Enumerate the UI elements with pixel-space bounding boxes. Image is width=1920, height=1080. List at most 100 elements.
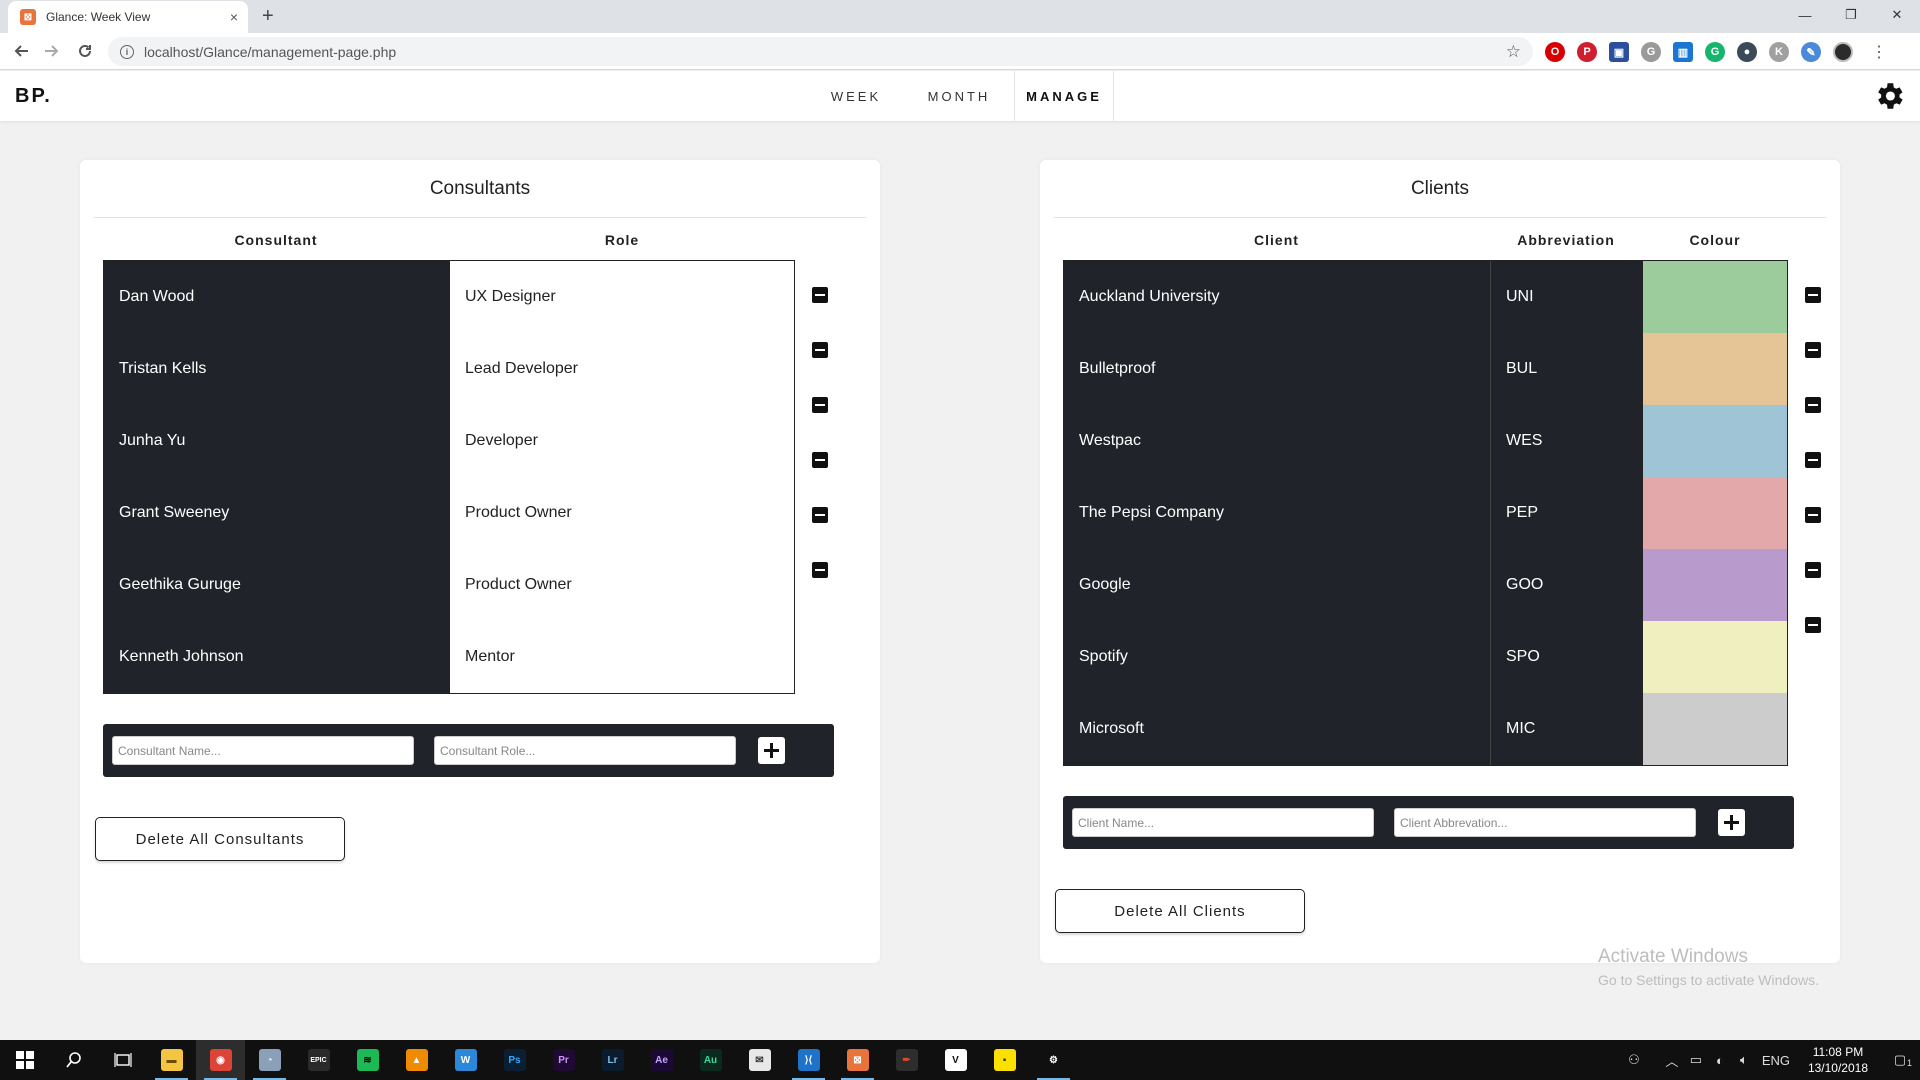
notifications-icon[interactable]: ▢ 1 xyxy=(1880,1052,1920,1068)
search-button[interactable] xyxy=(49,1040,98,1080)
show-hidden-icons-icon[interactable]: ︿ xyxy=(1660,1051,1684,1070)
remove-client-button[interactable] xyxy=(1805,507,1821,523)
forward-button[interactable] xyxy=(40,40,62,62)
client-name: The Pepsi Company xyxy=(1064,477,1490,549)
taskbar-app[interactable]: ▪ xyxy=(980,1040,1029,1080)
remove-client-button[interactable] xyxy=(1805,617,1821,633)
client-colour-swatch[interactable] xyxy=(1642,621,1787,693)
taskbar-app[interactable]: ✉ xyxy=(735,1040,784,1080)
remove-consultant-button[interactable] xyxy=(812,397,828,413)
forward-arrow-icon xyxy=(45,45,59,57)
settings-icon: ⚙ xyxy=(1042,1049,1065,1071)
taskbar-app[interactable]: ⟩⟨ xyxy=(784,1040,833,1080)
eyedropper-icon[interactable]: ✎ xyxy=(1801,42,1821,62)
client-colour-swatch[interactable] xyxy=(1642,405,1787,477)
taskbar-app[interactable]: Au xyxy=(686,1040,735,1080)
remove-client-button[interactable] xyxy=(1805,562,1821,578)
language-indicator[interactable]: ENG xyxy=(1756,1053,1796,1068)
task-view-button[interactable] xyxy=(98,1040,147,1080)
settings-gear-icon[interactable] xyxy=(1872,79,1906,113)
people-icon[interactable]: ⚇ xyxy=(1622,1052,1646,1068)
opera-icon[interactable]: O xyxy=(1545,42,1565,62)
taskbar-app[interactable]: ◉ xyxy=(196,1040,245,1080)
consultant-role-input[interactable] xyxy=(434,736,736,765)
delete-all-consultants-button[interactable]: Delete All Consultants xyxy=(95,817,345,861)
column-header-abbreviation: Abbreviation xyxy=(1517,232,1615,248)
trello-icon[interactable]: ▥ xyxy=(1673,42,1693,62)
client-colour-swatch[interactable] xyxy=(1642,693,1787,765)
url-text[interactable]: localhost/Glance/management-page.php xyxy=(144,44,1506,60)
grammarly-g-icon[interactable]: G xyxy=(1641,42,1661,62)
tab-close-icon[interactable]: × xyxy=(230,9,238,25)
taskbar-app[interactable]: V xyxy=(931,1040,980,1080)
client-colour-swatch[interactable] xyxy=(1642,261,1787,333)
add-client-button[interactable] xyxy=(1718,809,1745,836)
logo[interactable]: BP. xyxy=(15,85,52,108)
watermark-subtitle: Go to Settings to activate Windows. xyxy=(1598,972,1819,988)
network-icon[interactable]: ▭ xyxy=(1684,1052,1708,1068)
delete-all-clients-button[interactable]: Delete All Clients xyxy=(1055,889,1305,933)
taskbar-app[interactable]: EPIC xyxy=(294,1040,343,1080)
after-effects-icon: Ae xyxy=(650,1049,673,1071)
remove-consultant-button[interactable] xyxy=(812,287,828,303)
remove-consultant-button[interactable] xyxy=(812,452,828,468)
nav-week[interactable]: WEEK xyxy=(808,71,904,121)
client-colour-swatch[interactable] xyxy=(1642,549,1787,621)
taskbar-app[interactable]: ▬ xyxy=(147,1040,196,1080)
taskbar-app[interactable]: ◔ xyxy=(245,1040,294,1080)
remove-client-button[interactable] xyxy=(1805,342,1821,358)
taskbar-app[interactable]: Lr xyxy=(588,1040,637,1080)
weather-icon[interactable]: ◐ xyxy=(1708,1053,1732,1068)
back-button[interactable] xyxy=(11,40,33,62)
minimize-button[interactable]: — xyxy=(1782,0,1828,30)
client-colour-swatch[interactable] xyxy=(1642,333,1787,405)
consultant-role: Lead Developer xyxy=(449,333,794,405)
back-arrow-icon xyxy=(14,45,28,57)
restore-button[interactable]: ❐ xyxy=(1828,0,1874,30)
address-bar[interactable]: i localhost/Glance/management-page.php ☆ xyxy=(108,37,1533,66)
remove-consultant-button[interactable] xyxy=(812,342,828,358)
remove-consultant-button[interactable] xyxy=(812,562,828,578)
reader-icon[interactable]: ▣ xyxy=(1609,42,1629,62)
reload-button[interactable] xyxy=(74,40,96,62)
reload-icon xyxy=(79,44,91,57)
remove-client-button[interactable] xyxy=(1805,397,1821,413)
remove-consultant-button[interactable] xyxy=(812,507,828,523)
extension-dark-icon[interactable]: ● xyxy=(1737,42,1757,62)
taskbar-app[interactable]: ⊠ xyxy=(833,1040,882,1080)
remove-client-button[interactable] xyxy=(1805,287,1821,303)
nav-month[interactable]: MONTH xyxy=(904,71,1014,121)
taskbar-app[interactable]: Ae xyxy=(637,1040,686,1080)
nav-manage[interactable]: MANAGE xyxy=(1014,71,1114,121)
start-button[interactable] xyxy=(0,1040,49,1080)
taskbar-app[interactable]: ≋ xyxy=(343,1040,392,1080)
taskbar-app[interactable]: ▲ xyxy=(392,1040,441,1080)
add-consultant-button[interactable] xyxy=(758,737,785,764)
remove-client-button[interactable] xyxy=(1805,452,1821,468)
bookmark-star-icon[interactable]: ☆ xyxy=(1506,42,1521,62)
browser-menu-icon[interactable]: ⋮ xyxy=(1871,42,1887,62)
taskbar-app[interactable]: ⚙ xyxy=(1029,1040,1078,1080)
profile-avatar[interactable] xyxy=(1833,42,1853,62)
browser-tab[interactable]: ⊠ Glance: Week View × xyxy=(8,1,248,33)
taskbar-app[interactable]: Pr xyxy=(539,1040,588,1080)
extension-gray-icon[interactable]: K xyxy=(1769,42,1789,62)
close-window-button[interactable]: ✕ xyxy=(1874,0,1920,30)
spotify-icon: ≋ xyxy=(356,1049,379,1071)
consultant-name-input[interactable] xyxy=(112,736,414,765)
client-abbreviation-input[interactable] xyxy=(1394,808,1696,837)
grammarly-icon[interactable]: G xyxy=(1705,42,1725,62)
taskbar-app[interactable]: W xyxy=(441,1040,490,1080)
table-row: Tristan Kells Lead Developer xyxy=(104,333,794,405)
volume-icon[interactable]: 🔈︎ xyxy=(1732,1052,1756,1068)
client-colour-swatch[interactable] xyxy=(1642,477,1787,549)
taskbar-app[interactable]: Ps xyxy=(490,1040,539,1080)
new-tab-button[interactable]: + xyxy=(262,5,274,27)
consultant-role: Product Owner xyxy=(449,477,794,549)
client-name-input[interactable] xyxy=(1072,808,1374,837)
clock[interactable]: 11:08 PM 13/10/2018 xyxy=(1796,1044,1880,1076)
pinterest-icon[interactable]: P xyxy=(1577,42,1597,62)
site-info-icon[interactable]: i xyxy=(120,44,134,59)
client-abbreviation: UNI xyxy=(1490,261,1642,333)
taskbar-app[interactable]: ✒ xyxy=(882,1040,931,1080)
